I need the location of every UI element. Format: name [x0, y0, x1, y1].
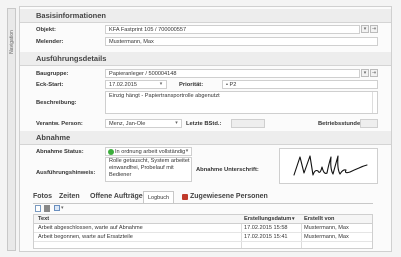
- navigation-label: Navigation: [9, 30, 15, 54]
- baugruppe-open-button[interactable]: ⇥: [370, 69, 378, 77]
- verantw-select[interactable]: Menz, Jan-Ole: [105, 119, 182, 128]
- delete-icon[interactable]: [44, 205, 50, 212]
- row-text: Arbeit begonnen, warte auf Ersatzteile: [38, 234, 133, 240]
- beschreibung-label: Beschreibung:: [36, 100, 77, 106]
- table-header: Text Erstellungsdatum ▾ Erstellt von: [34, 215, 372, 224]
- tab-zugewiesene-personen[interactable]: Zugewiesene Personen: [190, 191, 268, 203]
- persons-icon: [182, 194, 188, 200]
- export-icon[interactable]: [54, 205, 60, 211]
- section-title: Ausführungsdetails: [36, 54, 107, 63]
- section-title: Abnahme: [36, 133, 71, 142]
- column-header-text[interactable]: Text: [38, 215, 49, 223]
- eckstart-label: Eck-Start:: [36, 82, 64, 88]
- signature-image: [293, 155, 368, 176]
- table-row[interactable]: Arbeit abgeschlossen, warte auf Abnahme …: [34, 224, 372, 233]
- melder-label: Melender:: [36, 39, 64, 45]
- signature-pad[interactable]: [279, 148, 378, 184]
- unterschrift-label: Abnahme Unterschrift:: [196, 167, 259, 173]
- abnahme-status-label: Abnahme Status:: [36, 149, 84, 155]
- betriebsstunden-field[interactable]: [360, 119, 378, 128]
- export-dropdown-icon[interactable]: ▾: [61, 205, 64, 211]
- abnahme-status-select[interactable]: In ordnung arbeit vollständig: [105, 147, 192, 156]
- section-abnahme[interactable]: Abnahme: [20, 131, 391, 145]
- tab-zeiten[interactable]: Zeiten: [59, 191, 80, 203]
- status-dropdown-icon[interactable]: ▾: [183, 148, 191, 155]
- section-basisinformationen[interactable]: Basisinformationen: [20, 9, 391, 23]
- status-ok-icon: [108, 149, 114, 155]
- prioritaet-label: Priorität:: [179, 82, 204, 88]
- row-date: 17.02.2015 15:58: [244, 225, 288, 231]
- tab-divider: [33, 203, 373, 204]
- letzte-bstd-label: Letzte BStd.:: [186, 121, 222, 127]
- prioritaet-select[interactable]: • P2: [222, 80, 378, 89]
- row-text: Arbeit abgeschlossen, warte auf Abnahme: [38, 225, 143, 231]
- section-title: Basisinformationen: [36, 11, 107, 20]
- navigation-strip[interactable]: Navigation: [7, 8, 16, 251]
- verantw-label: Verantw. Person:: [36, 121, 83, 127]
- objekt-field[interactable]: KFA Fastprint 105 / 700000557: [105, 25, 360, 34]
- betriebsstunden-label: Betriebsstunden:: [318, 121, 366, 127]
- logbuch-table: Text Erstellungsdatum ▾ Erstellt von Arb…: [33, 214, 373, 249]
- ausfuehrungshinweis-label: Ausführungshinweis:: [36, 170, 96, 176]
- calendar-dropdown-icon[interactable]: ▾: [157, 81, 165, 88]
- baugruppe-dropdown-button[interactable]: ▾: [361, 69, 369, 77]
- objekt-open-button[interactable]: ⇥: [370, 25, 378, 33]
- beschreibung-scrollbar[interactable]: [372, 92, 377, 113]
- ausfuehrungshinweis-textarea[interactable]: Rolle getauscht, System arbeitet einwand…: [105, 157, 192, 182]
- sort-desc-icon[interactable]: ▾: [292, 215, 295, 223]
- baugruppe-field[interactable]: Papieranleger / 500004148: [105, 69, 360, 78]
- row-date: 17.02.2015 15:41: [244, 234, 288, 240]
- melder-field[interactable]: Mustermann, Max: [105, 37, 378, 46]
- row-author: Mustermann, Max: [304, 225, 349, 231]
- column-header-erstellt-von[interactable]: Erstellt von: [304, 215, 334, 223]
- new-entry-icon[interactable]: [35, 205, 41, 212]
- abnahme-status-value: In ordnung arbeit vollständig: [115, 149, 186, 155]
- tab-offene-auftraege[interactable]: Offene Aufträge: [90, 191, 143, 203]
- section-ausfuehrungsdetails[interactable]: Ausführungsdetails: [20, 52, 391, 66]
- tab-fotos[interactable]: Fotos: [33, 191, 52, 203]
- tab-bar: Fotos Zeiten Offene Aufträge Logbuch Zug…: [33, 191, 373, 204]
- beschreibung-textarea[interactable]: Einzig hängt - Papiertransportrolle abge…: [105, 91, 378, 114]
- row-author: Mustermann, Max: [304, 234, 349, 240]
- column-header-erstellungsdatum[interactable]: Erstellungsdatum: [244, 215, 291, 223]
- table-row[interactable]: Arbeit begonnen, warte auf Ersatzteile 1…: [34, 233, 372, 242]
- objekt-label: Objekt:: [36, 27, 56, 33]
- verantw-dropdown-icon[interactable]: ▾: [173, 120, 180, 127]
- baugruppe-label: Baugruppe:: [36, 71, 69, 77]
- objekt-dropdown-button[interactable]: ▾: [361, 25, 369, 33]
- letzte-bstd-field[interactable]: [231, 119, 265, 128]
